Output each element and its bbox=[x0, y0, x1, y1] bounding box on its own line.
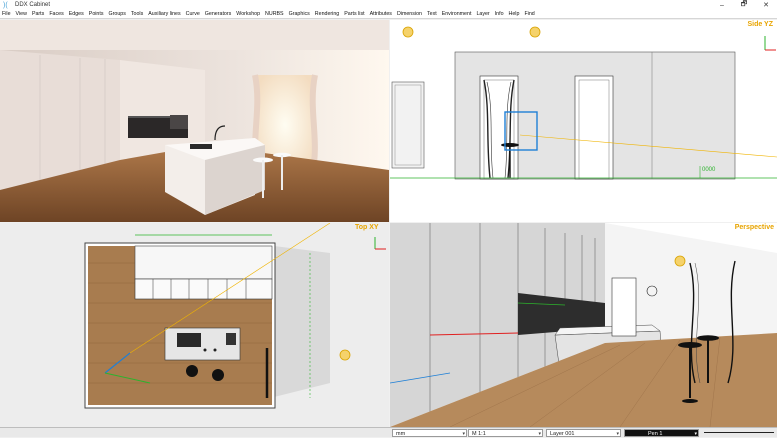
status-bar: mm ▾ M 1:1 ▾ Layer 001 ▾ Pen 1 ▾ bbox=[0, 427, 777, 437]
menu-tools[interactable]: Tools bbox=[131, 11, 143, 17]
layer-value: Layer 001 bbox=[550, 431, 575, 437]
menu-find[interactable]: Find bbox=[524, 11, 534, 17]
menu-file[interactable]: File bbox=[2, 11, 11, 17]
menu-environment[interactable]: Environment bbox=[442, 11, 472, 17]
menu-info[interactable]: Info bbox=[495, 11, 504, 17]
menu-rendering[interactable]: Rendering bbox=[315, 11, 339, 17]
menu-auxiliary-lines[interactable]: Auxiliary lines bbox=[148, 11, 180, 17]
perspective-wireframe bbox=[390, 223, 777, 427]
menu-faces[interactable]: Faces bbox=[49, 11, 63, 17]
line-style-preview[interactable] bbox=[704, 432, 774, 433]
menu-help[interactable]: Help bbox=[509, 11, 520, 17]
top-wireframe bbox=[0, 223, 389, 427]
minimize-button[interactable]: – bbox=[711, 0, 733, 10]
close-button[interactable]: ✕ bbox=[755, 0, 777, 10]
perspective-view-label: Perspective bbox=[734, 224, 774, 231]
rendered-kitchen-image bbox=[0, 20, 389, 222]
side-yz-viewport[interactable]: Side YZ 0000 bbox=[390, 20, 777, 222]
menu-edges[interactable]: Edges bbox=[69, 11, 84, 17]
top-xy-viewport[interactable]: Top XY bbox=[0, 223, 389, 427]
top-view-label: Top XY bbox=[355, 224, 379, 231]
menu-generators[interactable]: Generators bbox=[205, 11, 232, 17]
unit-value: mm bbox=[396, 431, 406, 437]
menu-points[interactable]: Points bbox=[89, 11, 104, 17]
side-view-label: Side YZ bbox=[747, 21, 773, 28]
menu-text[interactable]: Text bbox=[427, 11, 437, 17]
scale-select[interactable]: M 1:1 ▾ bbox=[468, 429, 543, 437]
menu-workshop[interactable]: Workshop bbox=[236, 11, 260, 17]
menu-nurbs[interactable]: NURBS bbox=[265, 11, 284, 17]
dimension-value: 0000 bbox=[702, 167, 716, 173]
pen-select[interactable]: Pen 1 ▾ bbox=[624, 429, 699, 437]
window-controls: – 🗗 ✕ bbox=[711, 0, 777, 10]
app-logo-icon: )( bbox=[3, 1, 8, 9]
title-bar: )( DDX Cabinet – 🗗 ✕ bbox=[0, 0, 777, 10]
unit-select[interactable]: mm ▾ bbox=[392, 429, 467, 437]
menu-graphics[interactable]: Graphics bbox=[289, 11, 310, 17]
restore-button[interactable]: 🗗 bbox=[733, 0, 755, 10]
window-title: DDX Cabinet bbox=[15, 2, 51, 8]
menu-attributes[interactable]: Attributes bbox=[370, 11, 392, 17]
menu-bar: File View Parts Faces Edges Points Group… bbox=[0, 10, 777, 19]
menu-groups[interactable]: Groups bbox=[109, 11, 126, 17]
menu-layer[interactable]: Layer bbox=[476, 11, 489, 17]
menu-parts[interactable]: Parts bbox=[32, 11, 44, 17]
render-viewport[interactable] bbox=[0, 20, 389, 222]
pen-value: Pen 1 bbox=[648, 431, 663, 437]
menu-dimension[interactable]: Dimension bbox=[397, 11, 422, 17]
scale-value: M 1:1 bbox=[472, 431, 486, 437]
menu-parts-list[interactable]: Parts list bbox=[344, 11, 364, 17]
menu-view[interactable]: View bbox=[16, 11, 27, 17]
perspective-viewport[interactable]: Perspective bbox=[390, 223, 777, 427]
side-wireframe bbox=[390, 26, 777, 180]
menu-curve[interactable]: Curve bbox=[186, 11, 200, 17]
layer-select[interactable]: Layer 001 ▾ bbox=[546, 429, 621, 437]
